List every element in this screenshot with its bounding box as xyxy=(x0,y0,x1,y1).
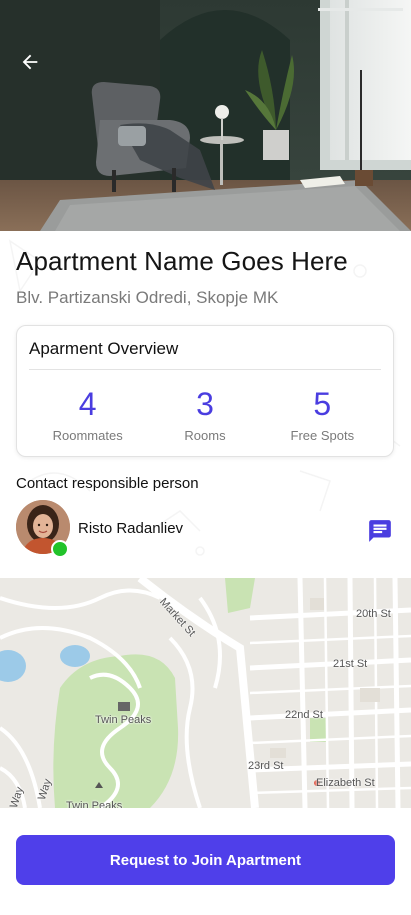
divider xyxy=(29,369,381,370)
map-tiles xyxy=(0,578,411,808)
map-label: 22nd St xyxy=(285,709,323,721)
stat-roommates: 4 Roommates xyxy=(29,384,146,443)
location-map[interactable]: Market St 20th St 21st St 22nd St 23rd S… xyxy=(0,578,411,808)
stat-value: 3 xyxy=(196,386,214,422)
message-button[interactable] xyxy=(367,518,393,544)
apartment-detail-screen: Apartment Name Goes Here Blv. Partizansk… xyxy=(0,0,411,915)
chat-bubble-icon xyxy=(369,520,391,542)
contact-name: Risto Radanliev xyxy=(78,520,184,537)
interior-illustration xyxy=(0,0,411,231)
stat-rooms: 3 Rooms xyxy=(146,384,263,443)
map-label: 23rd St xyxy=(248,760,284,772)
overview-title: Aparment Overview xyxy=(29,339,179,358)
overview-card: Aparment Overview 4 Roommates 3 Rooms 5 … xyxy=(16,325,394,457)
stat-label: Free Spots xyxy=(290,428,355,443)
arrow-left-icon xyxy=(22,54,38,70)
overview-stats: 4 Roommates 3 Rooms 5 Free Spots xyxy=(29,384,381,443)
map-label: Twin Peaks xyxy=(95,714,152,726)
contact-person-row[interactable]: Risto Radanliev xyxy=(16,500,395,558)
bottom-action-bar: Request to Join Apartment xyxy=(0,808,411,915)
contact-heading: Contact responsible person xyxy=(16,475,199,492)
apartment-address: Blv. Partizanski Odredi, Skopje MK xyxy=(16,288,279,307)
request-to-join-button[interactable]: Request to Join Apartment xyxy=(16,835,395,885)
map-label: Elizabeth St xyxy=(316,777,375,789)
stat-free-spots: 5 Free Spots xyxy=(264,384,381,443)
stat-label: Rooms xyxy=(184,428,226,443)
stat-value: 5 xyxy=(313,386,332,422)
stat-label: Roommates xyxy=(52,428,123,443)
apartment-title: Apartment Name Goes Here xyxy=(16,246,348,276)
stat-value: 4 xyxy=(78,386,97,422)
apartment-photo xyxy=(0,0,411,231)
back-button[interactable] xyxy=(12,44,48,80)
map-label: 21st St xyxy=(333,658,368,670)
map-label: Twin Peaks xyxy=(66,800,123,808)
online-status-indicator xyxy=(51,540,69,558)
map-label: 20th St xyxy=(356,608,391,620)
